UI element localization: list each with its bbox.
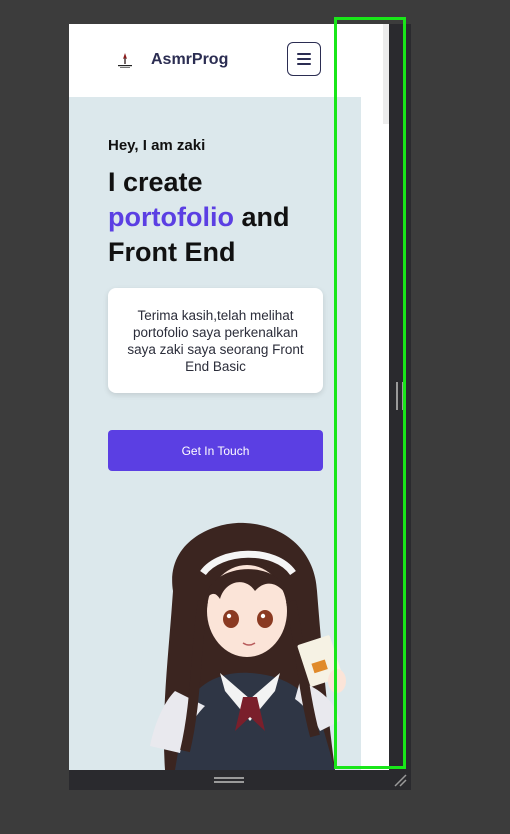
corner-resize-icon[interactable] bbox=[393, 773, 407, 787]
anime-girl-illustration bbox=[150, 522, 346, 770]
horizontal-resize-handle[interactable] bbox=[214, 777, 244, 783]
headline-line-1: I create bbox=[108, 167, 203, 197]
device-viewport: AsmrProg Hey, I am zaki I create portofo… bbox=[69, 24, 361, 770]
hamburger-icon bbox=[297, 50, 311, 68]
intro-text: Terima kasih,telah melihat portofolio sa… bbox=[127, 307, 304, 374]
hero-headline: I create portofolio and Front End bbox=[108, 165, 338, 270]
menu-button[interactable] bbox=[287, 42, 321, 76]
logo-icon[interactable] bbox=[115, 51, 135, 71]
headline-line-3: Front End bbox=[108, 237, 236, 267]
greeting-text: Hey, I am zaki bbox=[108, 137, 206, 154]
headline-accent: portofolio bbox=[108, 202, 234, 232]
vertical-resize-handle[interactable] bbox=[396, 382, 404, 410]
get-in-touch-button[interactable]: Get In Touch bbox=[108, 430, 323, 471]
intro-card: Terima kasih,telah melihat portofolio sa… bbox=[108, 288, 323, 393]
viewport-right-area bbox=[361, 24, 389, 770]
brand-name[interactable]: AsmrProg bbox=[151, 51, 228, 69]
headline-and: and bbox=[233, 202, 290, 232]
bottom-resize-bar bbox=[69, 770, 411, 790]
site-header: AsmrProg bbox=[69, 24, 361, 97]
